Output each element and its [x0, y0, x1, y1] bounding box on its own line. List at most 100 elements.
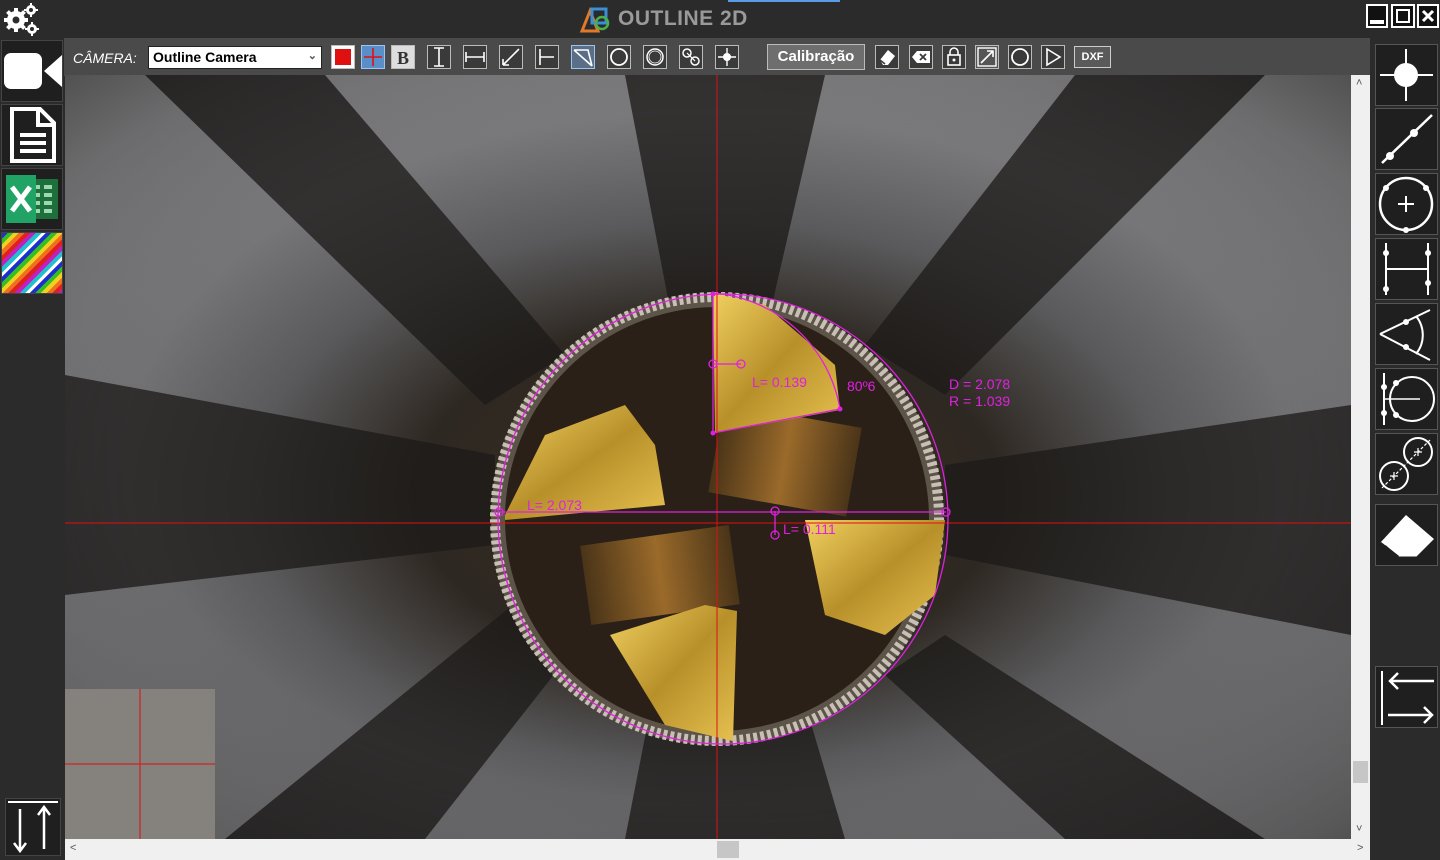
camera-button[interactable] — [1, 40, 63, 102]
eraser-button[interactable] — [1375, 504, 1438, 566]
expand-icon — [977, 47, 997, 67]
lock-button[interactable] — [942, 45, 966, 69]
close-icon — [1421, 9, 1435, 23]
eraser-icon — [1379, 515, 1434, 562]
point-tool-button[interactable] — [715, 45, 739, 69]
outline-logo-icon — [579, 6, 610, 33]
circle-outline-icon — [646, 48, 664, 66]
camera-icon — [4, 53, 62, 89]
title-bar: OUTLINE 2D — [0, 0, 1440, 38]
circle-tool-button-large[interactable] — [1375, 173, 1438, 235]
angle-tool-button[interactable] — [571, 45, 595, 69]
diagonal-line-tool-button[interactable] — [499, 45, 523, 69]
horizontal-line-tool-button[interactable] — [463, 45, 487, 69]
circle-icon — [610, 48, 628, 66]
bold-button[interactable]: B — [391, 45, 415, 69]
left-sidebar — [0, 38, 64, 860]
vertical-line-tool-button[interactable] — [427, 45, 451, 69]
vertical-scroll-thumb[interactable] — [1353, 761, 1368, 783]
measure-radius: R = 1.039 — [949, 393, 1010, 409]
settings-gear-icon[interactable] — [2, 2, 40, 36]
horizontal-scroll-thumb[interactable] — [717, 841, 739, 858]
two-circle-tool-button[interactable] — [1375, 433, 1438, 495]
maximize-button[interactable] — [1391, 4, 1415, 28]
perpendicular-tool-button[interactable] — [535, 45, 559, 69]
circle-center-tool-button[interactable] — [1375, 368, 1438, 430]
point-target-icon — [718, 48, 736, 66]
angle-tool-icon — [1379, 309, 1431, 361]
scroll-down-icon[interactable]: ˅ — [1356, 823, 1362, 835]
vertical-flip-button[interactable] — [5, 798, 61, 856]
circle-tool-icon — [1378, 176, 1434, 233]
right-sidebar — [1370, 38, 1440, 860]
lock-icon — [947, 47, 961, 66]
calibration-button[interactable]: Calibração — [767, 44, 865, 70]
document-icon — [10, 107, 56, 163]
dxf-export-button[interactable]: DXF — [1074, 46, 1111, 68]
vertical-scrollbar[interactable]: ˄ ˅ — [1351, 75, 1370, 839]
measure-length-top: L= 0.139 — [752, 374, 807, 390]
two-circle-tool-icon — [1379, 437, 1433, 491]
camera-image[interactable]: L= 0.139 80º6 D = 2.078 R = 1.039 L= 2.0… — [65, 75, 1351, 839]
color-palette-button[interactable] — [1, 232, 63, 294]
camera-viewport[interactable]: L= 0.139 80º6 D = 2.078 R = 1.039 L= 2.0… — [65, 75, 1351, 839]
bold-icon: B — [397, 48, 409, 68]
circle-center-tool-icon — [1381, 373, 1435, 425]
measure-length-diameter: L= 2.073 — [527, 497, 582, 513]
clear-all-button[interactable] — [909, 45, 933, 69]
app-title-text: OUTLINE 2D — [618, 7, 748, 30]
vertical-distance-icon — [434, 47, 444, 67]
eraser-small-icon — [879, 50, 895, 65]
minimize-button[interactable] — [1366, 4, 1388, 28]
camera-select[interactable]: Outline Camera ⌄ — [148, 46, 322, 69]
title-accent-bar — [728, 0, 840, 2]
clear-icon — [912, 51, 930, 63]
zoom-fit-button[interactable] — [975, 45, 999, 69]
erase-button[interactable] — [875, 45, 899, 69]
crosshair-icon — [364, 48, 382, 66]
horizontal-scrollbar[interactable]: ˂ ˃ — [65, 839, 1370, 860]
scroll-up-icon[interactable]: ˄ — [1356, 77, 1362, 89]
perpendicular-icon — [539, 49, 554, 65]
point-tool-button-large[interactable] — [1375, 44, 1438, 106]
chevron-down-icon: ⌄ — [307, 50, 317, 62]
line-tool-button[interactable] — [1375, 108, 1438, 170]
two-circles-icon — [682, 48, 700, 66]
circle-distance-button[interactable] — [679, 45, 703, 69]
crosshair-toggle-button[interactable] — [361, 45, 385, 69]
app-title: OUTLINE 2D — [578, 5, 748, 33]
circle-tool-button[interactable] — [607, 45, 631, 69]
circle-fit-button[interactable] — [1008, 45, 1032, 69]
vertical-arrows-icon — [8, 801, 58, 854]
close-button[interactable] — [1417, 4, 1439, 28]
play-icon — [1046, 47, 1062, 67]
horizontal-flip-button[interactable] — [1375, 666, 1438, 728]
color-palette-icon — [2, 233, 62, 293]
ring-icon — [1011, 48, 1029, 66]
play-button[interactable] — [1041, 45, 1065, 69]
scroll-left-icon[interactable]: ˂ — [70, 842, 76, 854]
color-picker-button[interactable] — [331, 45, 355, 69]
measure-angle: 80º6 — [847, 378, 876, 394]
horizontal-arrows-icon — [1381, 671, 1434, 725]
measure-diameter: D = 2.078 — [949, 376, 1010, 392]
horizontal-distance-icon — [465, 52, 485, 62]
scroll-right-icon[interactable]: ˃ — [1357, 842, 1363, 854]
distance-tool-icon — [1383, 243, 1431, 295]
line-tool-icon — [1381, 114, 1433, 164]
red-swatch-icon — [335, 49, 351, 65]
angle-icon — [573, 49, 593, 67]
report-button[interactable] — [1, 104, 63, 166]
excel-icon — [6, 175, 58, 223]
measure-length-small: L= 0.111 — [783, 521, 836, 537]
zoom-loupe — [65, 689, 215, 839]
camera-label: CÂMERA: — [73, 50, 137, 66]
excel-export-button[interactable] — [1, 168, 63, 230]
svg-text:B: B — [397, 48, 409, 68]
camera-select-value: Outline Camera — [153, 49, 257, 65]
toolbar: CÂMERA: Outline Camera ⌄ B Calibração DX… — [64, 38, 1370, 76]
angle-tool-button-large[interactable] — [1375, 303, 1438, 365]
distance-tool-button[interactable] — [1375, 238, 1438, 300]
circle-three-point-button[interactable] — [643, 45, 667, 69]
diagonal-distance-icon — [502, 48, 520, 66]
